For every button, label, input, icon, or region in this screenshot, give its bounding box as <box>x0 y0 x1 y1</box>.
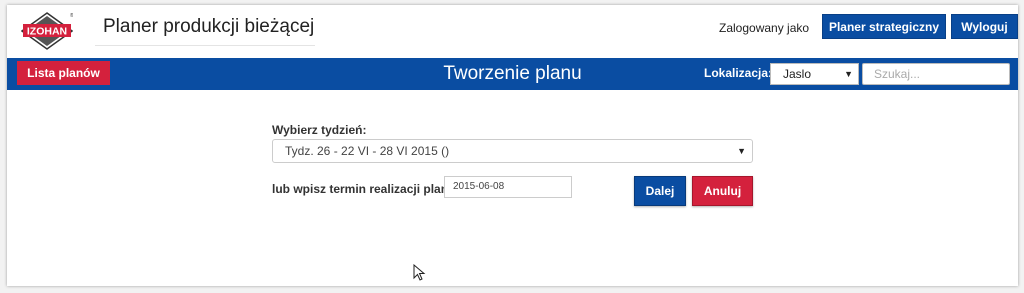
plan-list-button[interactable]: Lista planów <box>17 61 110 85</box>
caret-down-icon: ▼ <box>844 69 853 79</box>
svg-text:IZOHAN: IZOHAN <box>27 26 67 38</box>
svg-text:®: ® <box>70 12 73 19</box>
week-label: Wybierz tydzień: <box>272 123 367 137</box>
strategic-planner-button[interactable]: Planer strategiczny <box>822 14 946 39</box>
location-value: Jaslo <box>783 67 812 81</box>
date-input[interactable]: 2015-06-08 <box>444 176 572 198</box>
mouse-cursor-icon <box>413 264 426 281</box>
location-select[interactable]: Jaslo ▼ <box>770 63 859 85</box>
next-button[interactable]: Dalej <box>634 176 686 206</box>
izohan-logo: IZOHAN ® <box>21 12 73 50</box>
logout-button[interactable]: Wyloguj <box>951 14 1018 39</box>
header: IZOHAN ® Planer produkcji bieżącej Zalog… <box>7 5 1018 58</box>
date-label: lub wpisz termin realizacji planu: <box>272 182 460 196</box>
week-select[interactable]: Tydz. 26 - 22 VI - 28 VI 2015 () ▼ <box>272 139 753 163</box>
app-title: Planer produkcji bieżącej <box>103 16 315 37</box>
caret-down-icon: ▼ <box>737 146 746 156</box>
location-label: Lokalizacja: <box>704 66 773 80</box>
week-value: Tydz. 26 - 22 VI - 28 VI 2015 () <box>285 144 450 158</box>
search-input[interactable]: Szukaj... <box>862 63 1010 85</box>
title-divider <box>95 45 315 46</box>
cancel-button[interactable]: Anuluj <box>692 176 753 206</box>
logged-in-label: Zalogowany jako <box>719 21 810 35</box>
app-window: IZOHAN ® Planer produkcji bieżącej Zalog… <box>7 5 1018 286</box>
